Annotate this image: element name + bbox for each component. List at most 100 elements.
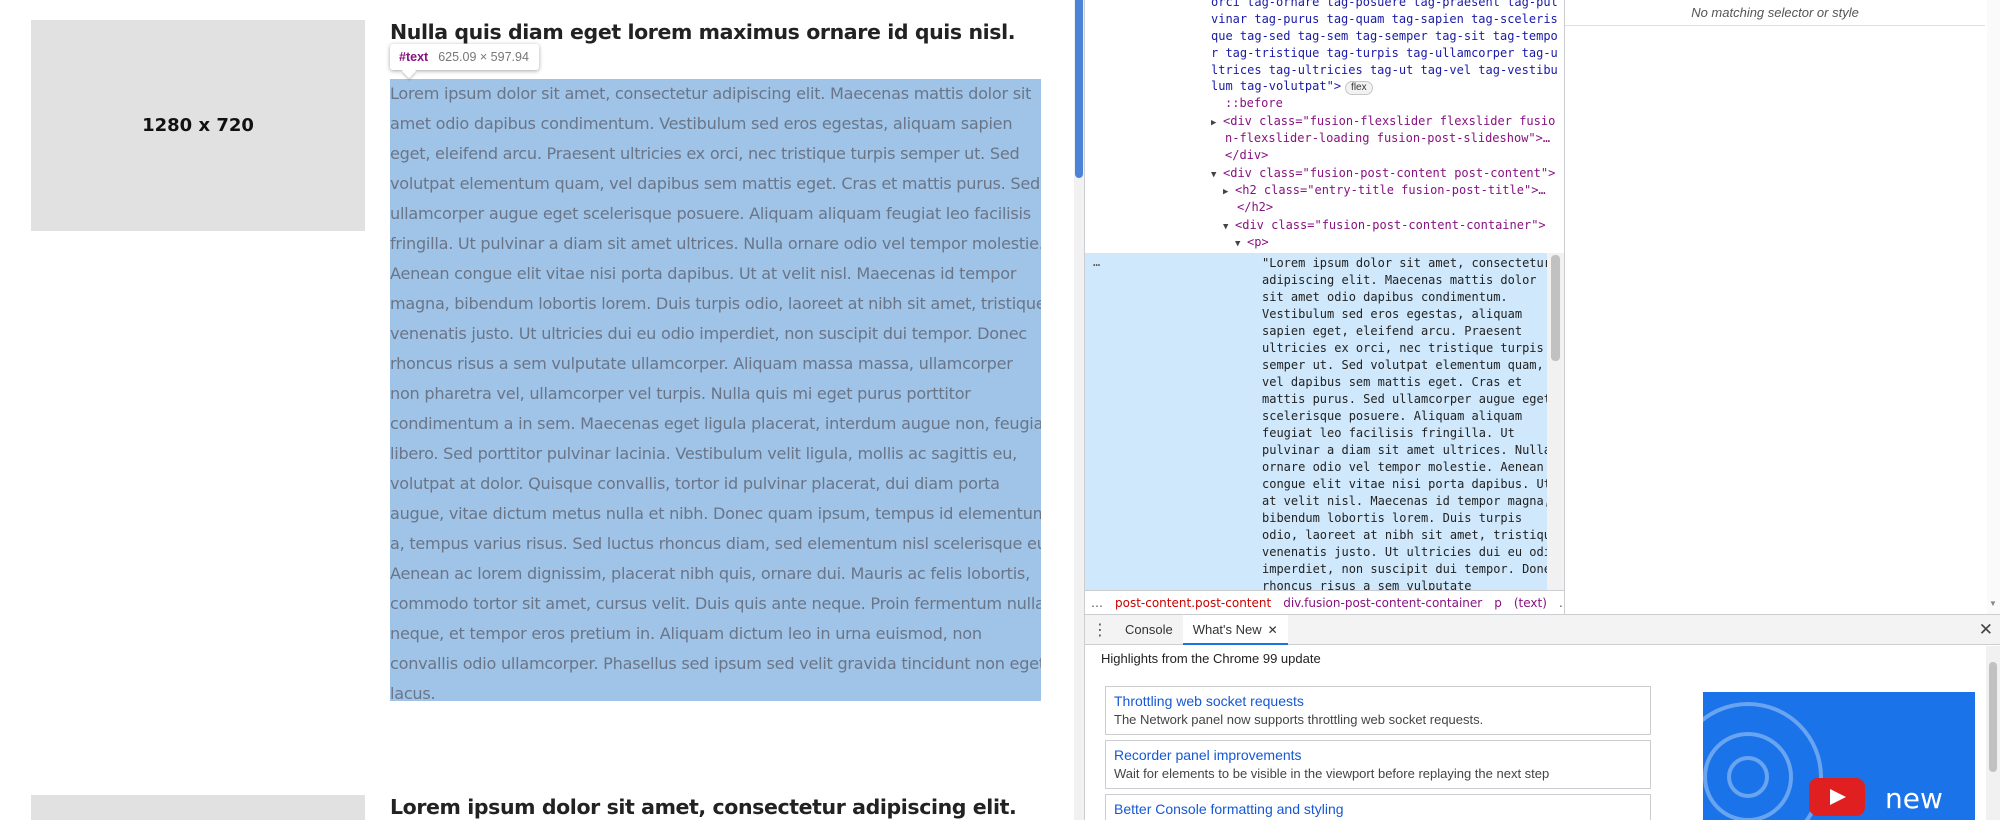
post-thumbnail[interactable]: 1280 x 720: [31, 20, 365, 231]
dom-node-flexslider[interactable]: ▶ <div class="fusion-flexslider flexslide…: [1211, 113, 1564, 130]
text-node-line: bibendum lobortis lorem. Duis turpis: [1262, 511, 1523, 525]
post-thumbnail[interactable]: [31, 795, 365, 820]
drawer-scrollbar-thumb[interactable]: [1989, 662, 1997, 772]
dom-node-text: <div class="fusion-post-content post-con…: [1223, 166, 1556, 180]
dom-class-line[interactable]: vinar tag-purus tag-quam tag-sapien tag-…: [1211, 11, 1564, 28]
dom-class-line[interactable]: que tag-sed tag-sem tag-semper tag-sit t…: [1211, 28, 1564, 45]
page-scrollbar[interactable]: [1074, 0, 1084, 820]
expand-triangle-icon[interactable]: ▶: [1223, 184, 1235, 199]
body-line: amet odio dapibus condimentum. Vestibulu…: [390, 114, 1013, 133]
feature-link[interactable]: Throttling web socket requests: [1114, 693, 1642, 709]
text-node-line: ornare odio vel tempor molestie. Aenean: [1262, 460, 1544, 474]
tab-label: What's New: [1192, 621, 1262, 637]
close-drawer-icon[interactable]: ✕: [1979, 620, 1993, 640]
text-node-line: rhoncus risus a sem vulputate: [1262, 579, 1472, 590]
feature-card[interactable]: Recorder panel improvements Wait for ele…: [1105, 740, 1651, 789]
dom-breadcrumb: … post-content.post-content div.fusion-p…: [1085, 590, 1564, 614]
text-node-line: congue elit vitae nisi porta dapibus. Ut: [1262, 477, 1547, 491]
styles-pane: No matching selector or style ▼: [1564, 0, 2000, 614]
body-line: venenatis justo. Ut ultricies dui eu odi…: [390, 324, 1028, 343]
selected-text-node[interactable]: "Lorem ipsum dolor sit amet, consectetur…: [1262, 255, 1547, 590]
dom-class-line[interactable]: r tag-tristique tag-turpis tag-ullamcorp…: [1211, 45, 1564, 62]
breadcrumb-item-current[interactable]: (text): [1508, 596, 1553, 610]
post-title[interactable]: Lorem ipsum dolor sit amet, consectetur …: [390, 795, 1017, 819]
expand-triangle-icon[interactable]: ▶: [1211, 115, 1223, 130]
elements-scrollbar[interactable]: [1547, 253, 1564, 590]
dom-node-post-content[interactable]: ▼ <div class="fusion-post-content post-co…: [1211, 165, 1564, 182]
text-node-line: ultricies ex orci, nec tristique turpis: [1262, 341, 1544, 355]
tab-console[interactable]: Console: [1115, 615, 1183, 645]
flex-badge[interactable]: flex: [1345, 81, 1373, 95]
breadcrumb-item[interactable]: p: [1488, 596, 1508, 610]
feature-link[interactable]: Better Console formatting and styling: [1114, 801, 1642, 817]
collapse-triangle-icon[interactable]: ▼: [1235, 236, 1247, 251]
body-line: lacus.: [390, 684, 436, 703]
text-node-line: pulvinar a diam sit amet ultrices. Nulla: [1262, 443, 1547, 457]
body-line: non pharetra vel, ullamcorper vel turpis…: [390, 384, 971, 403]
body-line: neque, et tempor eros pretium in. Aliqua…: [390, 624, 982, 643]
text-node-line: odio, laoreet at nibh sit amet, tristiqu…: [1262, 528, 1547, 542]
dom-node-p[interactable]: ▼ <p>: [1235, 234, 1564, 251]
dom-node-close[interactable]: </h2>: [1237, 199, 1564, 216]
close-tab-icon[interactable]: ✕: [1268, 623, 1278, 637]
web-page: 1280 x 720 Nulla quis diam eget lorem ma…: [0, 0, 1074, 820]
devtools-panel: orci tag-ornare tag-posuere tag-praesent…: [1084, 0, 2000, 820]
dom-node-content-container[interactable]: ▼ <div class="fusion-post-content-contain…: [1223, 217, 1564, 234]
feature-description: Wait for elements to be visible in the v…: [1114, 766, 1550, 781]
dom-class-line[interactable]: ltrices tag-ultricies tag-ut tag-vel tag…: [1211, 62, 1564, 79]
dom-pseudo-before[interactable]: ::before: [1225, 95, 1564, 112]
body-line: Aenean congue elit vitae nisi porta dapi…: [390, 264, 1017, 283]
feature-card[interactable]: Better Console formatting and styling: [1105, 794, 1651, 820]
dom-class-line[interactable]: orci tag-ornare tag-posuere tag-praesent…: [1211, 0, 1564, 11]
page-scrollbar-thumb[interactable]: [1075, 0, 1083, 178]
elements-scrollbar-thumb[interactable]: [1551, 255, 1560, 361]
text-node-line: venenatis justo. Ut ultricies dui eu odi…: [1262, 545, 1547, 559]
youtube-play-icon[interactable]: [1809, 778, 1865, 816]
whats-new-video-thumbnail[interactable]: new: [1703, 692, 1975, 820]
post-body-text: Lorem ipsum dolor sit amet, consectetur …: [390, 79, 1041, 709]
dom-node-close[interactable]: </div>: [1225, 147, 1564, 164]
body-line: a, tempus varius risus. Sed luctus rhonc…: [390, 534, 1041, 553]
text-node-line: "Lorem ipsum dolor sit amet, consectetur: [1262, 256, 1547, 270]
dom-node-text[interactable]: n-flexslider-loading fusion-post-slidesh…: [1225, 130, 1564, 147]
text-node-line: imperdiet, non suscipit dui tempor. Done…: [1262, 562, 1547, 576]
text-node-line: feugiat leo facilisis fringilla. Ut: [1262, 426, 1515, 440]
text-node-line: semper ut. Sed volutpat elementum quam,: [1262, 358, 1544, 372]
scroll-down-arrow-icon[interactable]: ▼: [1989, 599, 1997, 608]
tooltip-node-size: 625.09 × 597.94: [438, 50, 529, 64]
tab-whats-new[interactable]: What's New ✕: [1182, 614, 1288, 645]
whats-new-header: Highlights from the Chrome 99 update: [1101, 651, 1321, 666]
collapse-triangle-icon[interactable]: ▼: [1223, 219, 1235, 234]
dom-node-h2[interactable]: ▶ <h2 class="entry-title fusion-post-titl…: [1223, 182, 1564, 199]
breadcrumb-item[interactable]: post-content.post-content: [1109, 596, 1277, 610]
body-line: augue, vitae dictum metus nulla et nibh.…: [390, 504, 1041, 523]
feature-link[interactable]: Recorder panel improvements: [1114, 747, 1642, 763]
thumbnail-size-label: 1280 x 720: [142, 115, 254, 136]
body-line: Lorem ipsum dolor sit amet, consectetur …: [390, 84, 1032, 103]
body-line: Aenean ac lorem dignissim, placerat nibh…: [390, 564, 1030, 583]
post-title[interactable]: Nulla quis diam eget lorem maximus ornar…: [390, 20, 1016, 44]
promo-text: new: [1885, 782, 1943, 815]
drawer-menu-icon[interactable]: ⋮: [1085, 620, 1115, 640]
drawer-tabbar: ⋮ Console What's New ✕ ✕: [1085, 614, 2000, 645]
body-line: ullamcorper augue eget scelerisque posue…: [390, 204, 1031, 223]
breadcrumb-overflow[interactable]: …: [1553, 596, 1564, 610]
styles-scrollbar[interactable]: ▼: [1987, 0, 2000, 614]
breadcrumb-overflow[interactable]: …: [1085, 596, 1109, 610]
body-line: volutpat at dolor. Quisque convallis, to…: [390, 474, 1000, 493]
drawer-scrollbar[interactable]: [1986, 646, 2000, 820]
node-actions-ellipsis-icon[interactable]: …: [1093, 255, 1100, 269]
dom-class-line-end[interactable]: lum tag-volutpat"> flex: [1211, 78, 1564, 95]
body-line: commodo tortor sit amet, cursus velit. D…: [390, 594, 1041, 613]
body-line: rhoncus risus a sem vulputate ullamcorpe…: [390, 354, 1013, 373]
elements-tree[interactable]: orci tag-ornare tag-posuere tag-praesent…: [1085, 0, 1564, 590]
feature-card[interactable]: Throttling web socket requests The Netwo…: [1105, 686, 1651, 735]
collapse-triangle-icon[interactable]: ▼: [1211, 167, 1223, 182]
feature-description: The Network panel now supports throttlin…: [1114, 712, 1484, 727]
inspect-tooltip: #text 625.09 × 597.94: [390, 44, 539, 70]
text-node-line: sit amet odio dapibus condimentum.: [1262, 290, 1508, 304]
dom-node-text: <h2 class="entry-title fusion-post-title…: [1235, 183, 1546, 197]
text-node-line: scelerisque posuere. Aliquam aliquam: [1262, 409, 1523, 423]
breadcrumb-item[interactable]: div.fusion-post-content-container: [1277, 596, 1488, 610]
no-matching-style-message: No matching selector or style: [1565, 0, 1985, 26]
